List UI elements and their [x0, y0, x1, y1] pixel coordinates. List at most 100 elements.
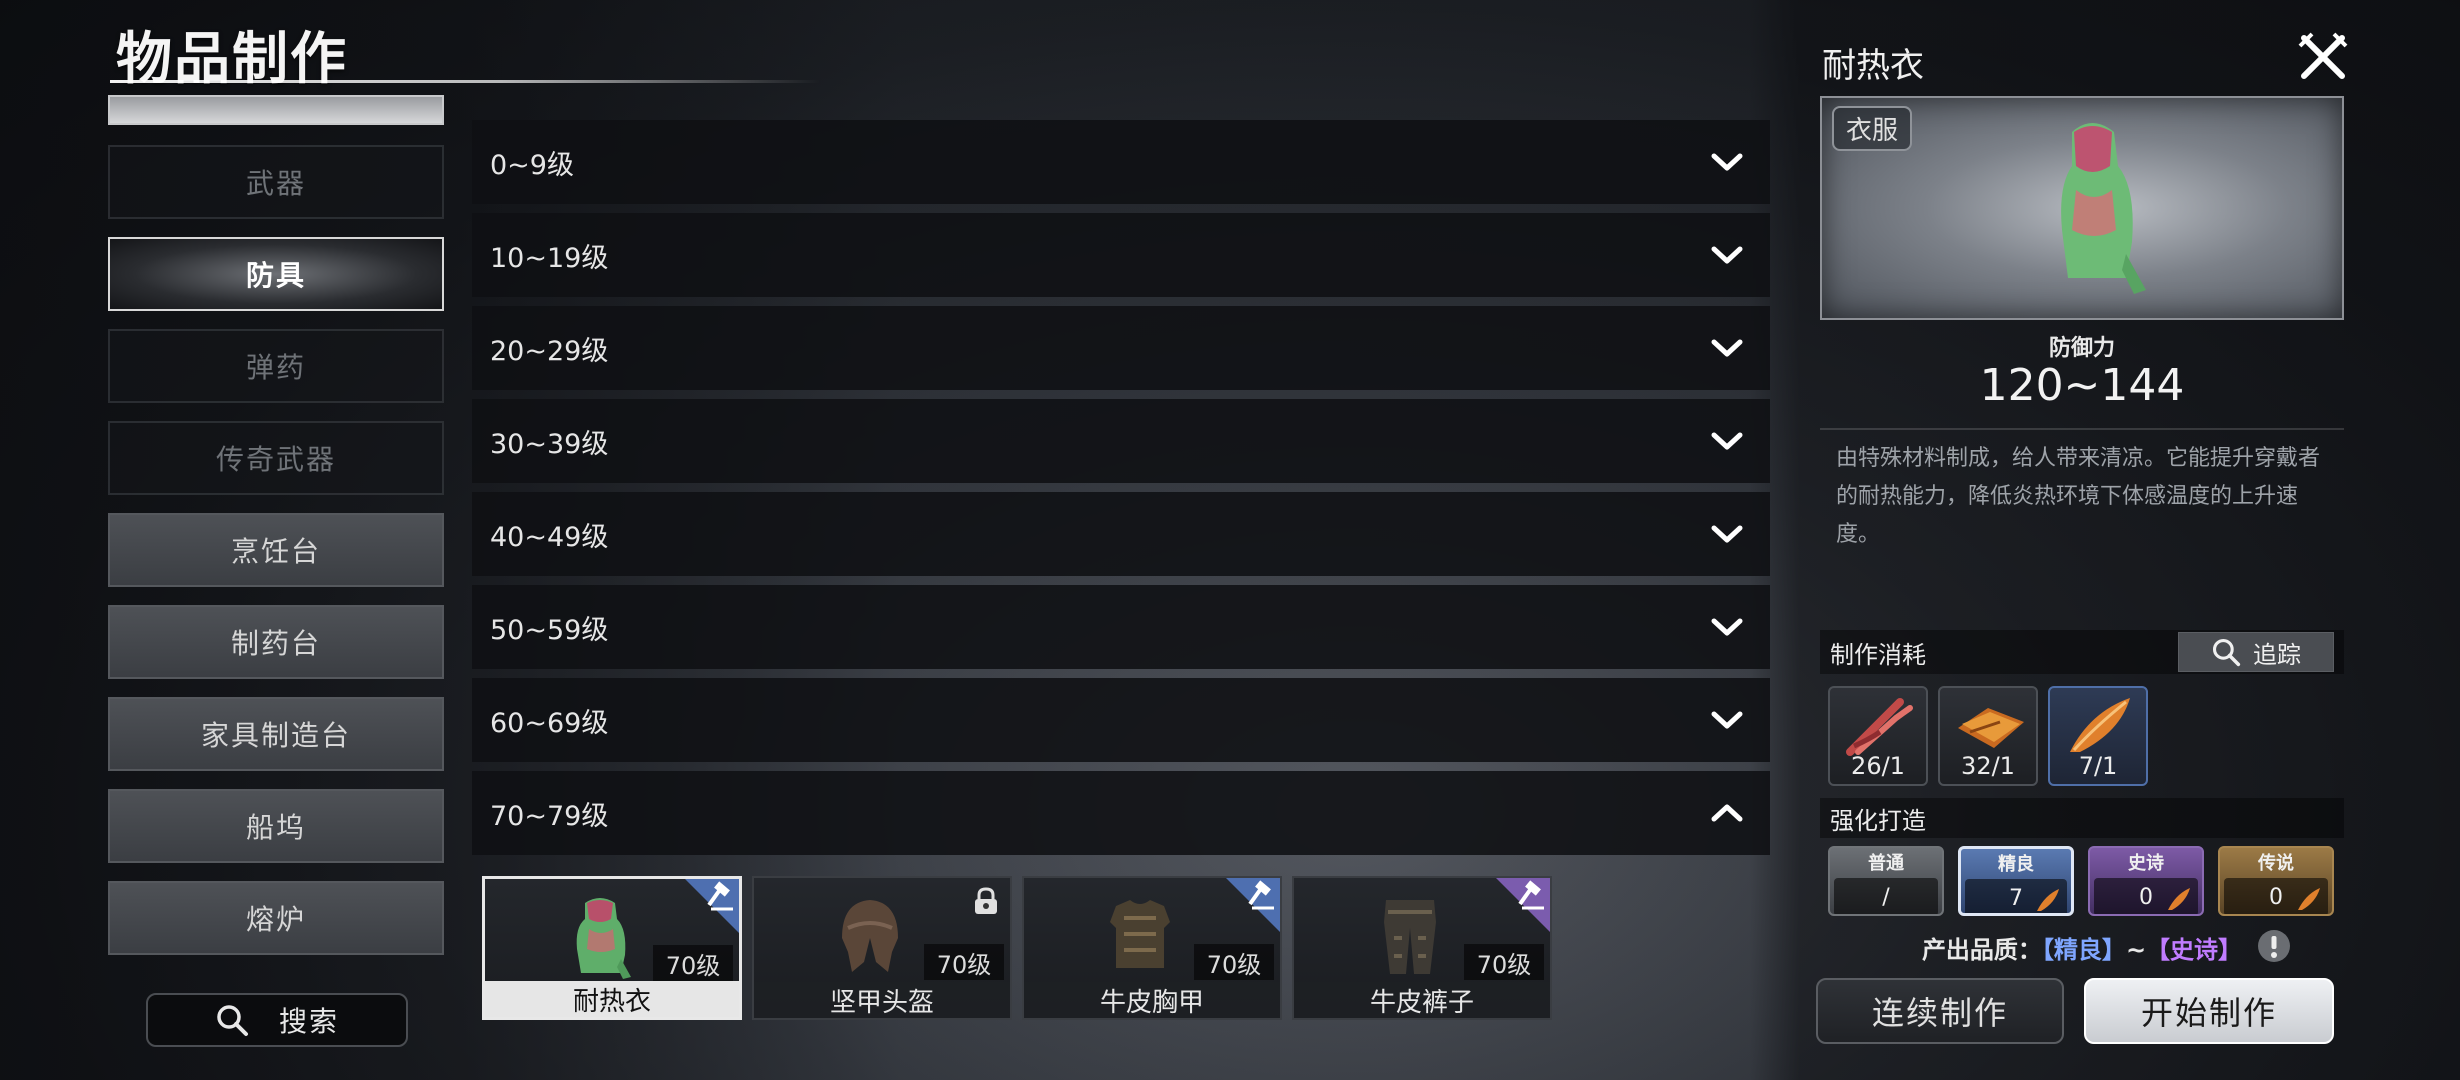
level-row[interactable]: 10~19级 — [472, 213, 1770, 297]
category-label: 烹饪台 — [230, 535, 321, 568]
tier-name: 史诗 — [2128, 853, 2164, 874]
chevron-down-icon — [1711, 432, 1743, 450]
continuous-craft-button[interactable]: 连续制作 — [1816, 978, 2064, 1044]
chevron-down-icon — [1711, 246, 1743, 264]
category-item-armor[interactable]: 防具 — [108, 237, 444, 311]
search-icon — [217, 1005, 248, 1036]
item-name: 牛皮胸甲 — [1024, 982, 1280, 1018]
category-item-cooking[interactable]: 烹饪台 — [108, 513, 444, 587]
leather-material-icon — [1958, 708, 2024, 748]
material-slot[interactable]: 32/1 — [1938, 686, 2038, 786]
material-slot[interactable]: 7/1 — [2048, 686, 2148, 786]
track-button[interactable]: 追踪 — [2178, 632, 2334, 672]
feather-material-icon — [2037, 889, 2059, 911]
material-slot[interactable]: 26/1 — [1828, 686, 1928, 786]
level-label: 10~19级 — [490, 242, 609, 274]
category-item-furnace[interactable]: 熔炉 — [108, 881, 444, 955]
quality-high: 【史诗】 — [2146, 936, 2243, 964]
quality-low: 【精良】 — [2041, 936, 2126, 964]
forge-label: 强化打造 — [1830, 806, 1926, 835]
category-item-partial[interactable] — [108, 95, 444, 125]
level-row[interactable]: 30~39级 — [472, 399, 1770, 483]
category-item-dock[interactable]: 船坞 — [108, 789, 444, 863]
feather-material-icon — [2168, 888, 2190, 910]
chevron-down-icon — [1711, 618, 1743, 636]
chevron-down-icon — [1711, 711, 1743, 729]
chevron-up-icon — [1711, 804, 1743, 822]
level-row[interactable]: 0~9级 — [472, 120, 1770, 204]
chevron-down-icon — [1711, 153, 1743, 171]
lock-icon — [975, 887, 997, 914]
level-label: 0~9级 — [490, 149, 574, 181]
stat-value: 120~144 — [1979, 360, 2185, 411]
item-card-heat-suit[interactable]: 70级 耐热衣 — [482, 876, 742, 1020]
divider — [1820, 428, 2344, 430]
material-count: 26/1 — [1851, 752, 1905, 780]
category-label: 船坞 — [245, 811, 306, 844]
helmet-image — [842, 900, 898, 972]
title-underline — [110, 80, 820, 83]
category-label: 家具制造台 — [200, 719, 351, 752]
tier-common[interactable]: 普通 / — [1828, 846, 1944, 916]
item-level: 70级 — [1464, 944, 1544, 980]
feather-material-icon — [2070, 698, 2130, 752]
level-label: 20~29级 — [490, 335, 609, 367]
tier-name: 精良 — [1998, 854, 2034, 875]
start-craft-label: 开始制作 — [2140, 994, 2277, 1032]
level-row[interactable]: 40~49级 — [472, 492, 1770, 576]
category-label: 制药台 — [230, 627, 321, 660]
detail-title: 耐热衣 — [1822, 46, 1924, 86]
continuous-craft-label: 连续制作 — [1871, 994, 2008, 1032]
category-item-pharmacy[interactable]: 制药台 — [108, 605, 444, 679]
craftable-hammer-icon — [685, 879, 739, 933]
level-row[interactable]: 60~69级 — [472, 678, 1770, 762]
pants-image — [1384, 900, 1436, 974]
item-description: 由特殊材料制成，给人带来清凉。它能提升穿戴者的耐热能力，降低炎热环境下体感温度的… — [1836, 446, 2321, 547]
heat-suit-preview-image — [2061, 123, 2146, 294]
level-row[interactable]: 20~29级 — [472, 306, 1770, 390]
item-card-helmet[interactable]: 70级 坚甲头盔 — [752, 876, 1012, 1020]
level-label: 70~79级 — [490, 800, 609, 832]
heat-suit-image — [576, 898, 631, 979]
item-level: 70级 — [924, 944, 1004, 980]
tier-name: 普通 — [1868, 853, 1904, 874]
search-icon — [2212, 638, 2241, 667]
start-craft-button[interactable]: 开始制作 — [2084, 978, 2334, 1044]
category-label: 熔炉 — [245, 903, 306, 936]
item-name: 牛皮裤子 — [1294, 982, 1550, 1018]
category-label: 弹药 — [245, 351, 306, 384]
search-button[interactable]: 搜索 — [146, 993, 408, 1047]
tier-epic[interactable]: 史诗 0 — [2088, 846, 2204, 916]
item-name: 坚甲头盔 — [754, 982, 1010, 1018]
category-label: 武器 — [245, 167, 306, 200]
tier-name: 传说 — [2258, 853, 2294, 874]
category-label: 防具 — [245, 259, 306, 292]
category-item-weapons[interactable]: 武器 — [108, 145, 444, 219]
item-level: 70级 — [1194, 944, 1274, 980]
info-icon[interactable] — [2256, 928, 2292, 964]
search-label: 搜索 — [278, 1005, 339, 1038]
tier-legendary[interactable]: 传说 0 — [2218, 846, 2334, 916]
chevron-down-icon — [1711, 339, 1743, 357]
level-row[interactable]: 50~59级 — [472, 585, 1770, 669]
close-icon[interactable] — [2296, 30, 2350, 84]
craft-cost-header: 制作消耗 追踪 — [1820, 630, 2344, 674]
item-card-pants[interactable]: 70级 牛皮裤子 — [1292, 876, 1552, 1020]
craftable-hammer-icon — [1496, 878, 1550, 932]
level-row-expanded[interactable]: 70~79级 — [472, 771, 1770, 855]
category-item-legendary-weapons[interactable]: 传奇武器 — [108, 421, 444, 495]
tier-fine[interactable]: 精良 7 — [1958, 846, 2074, 916]
feather-material-icon — [2298, 888, 2320, 910]
stat-label: 防御力 — [2048, 336, 2115, 361]
chestplate-image — [1110, 900, 1170, 968]
chevron-down-icon — [1711, 525, 1743, 543]
category-item-furniture[interactable]: 家具制造台 — [108, 697, 444, 771]
craftable-hammer-icon — [1226, 878, 1280, 932]
item-type-tag: 衣服 — [1832, 106, 1913, 151]
item-name: 耐热衣 — [485, 981, 739, 1017]
item-card-chestplate[interactable]: 70级 牛皮胸甲 — [1022, 876, 1282, 1020]
material-count: 32/1 — [1961, 752, 2015, 780]
category-item-ammo[interactable]: 弹药 — [108, 329, 444, 403]
quality-sep: ~ — [2125, 936, 2147, 964]
forge-header: 强化打造 — [1820, 798, 2344, 838]
